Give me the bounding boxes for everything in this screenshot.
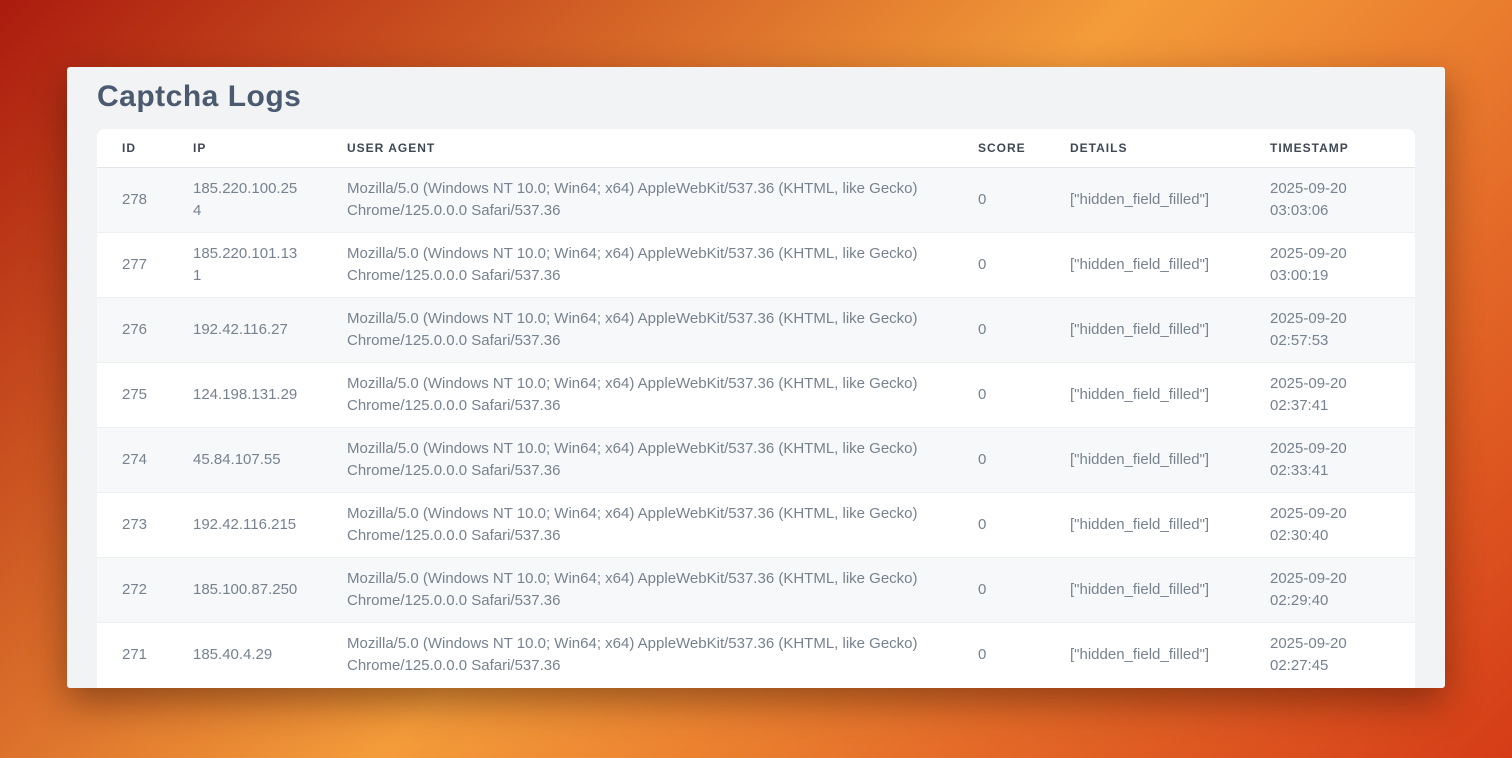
cell-details: ["hidden_field_filled"] (1045, 298, 1245, 363)
cell-details: ["hidden_field_filled"] (1045, 558, 1245, 623)
cell-user-agent: Mozilla/5.0 (Windows NT 10.0; Win64; x64… (322, 168, 953, 233)
cell-details: ["hidden_field_filled"] (1045, 363, 1245, 428)
cell-score: 0 (953, 233, 1045, 298)
table-row: 274 45.84.107.55 Mozilla/5.0 (Windows NT… (97, 428, 1415, 493)
cell-user-agent: Mozilla/5.0 (Windows NT 10.0; Win64; x64… (322, 363, 953, 428)
page-title: Captcha Logs (97, 80, 1415, 114)
captcha-logs-card: Captcha Logs ID IP USER AGENT SCORE DETA… (67, 67, 1445, 688)
cell-details: ["hidden_field_filled"] (1045, 623, 1245, 688)
cell-id: 276 (97, 298, 168, 363)
cell-id: 275 (97, 363, 168, 428)
cell-timestamp: 2025-09-20 03:00:19 (1245, 233, 1415, 298)
cell-id: 273 (97, 493, 168, 558)
cell-timestamp: 2025-09-20 02:30:40 (1245, 493, 1415, 558)
table-row: 271 185.40.4.29 Mozilla/5.0 (Windows NT … (97, 623, 1415, 688)
cell-ip: 192.42.116.27 (168, 298, 322, 363)
logs-table: ID IP USER AGENT SCORE DETAILS TIMESTAMP… (97, 129, 1415, 688)
cell-ip: 185.220.101.131 (168, 233, 322, 298)
column-header-ip: IP (168, 129, 322, 168)
column-header-score: SCORE (953, 129, 1045, 168)
table-header-row: ID IP USER AGENT SCORE DETAILS TIMESTAMP (97, 129, 1415, 168)
cell-timestamp: 2025-09-20 02:57:53 (1245, 298, 1415, 363)
table-row: 277 185.220.101.131 Mozilla/5.0 (Windows… (97, 233, 1415, 298)
cell-user-agent: Mozilla/5.0 (Windows NT 10.0; Win64; x64… (322, 623, 953, 688)
column-header-timestamp: TIMESTAMP (1245, 129, 1415, 168)
cell-timestamp: 2025-09-20 02:37:41 (1245, 363, 1415, 428)
cell-timestamp: 2025-09-20 02:27:45 (1245, 623, 1415, 688)
cell-details: ["hidden_field_filled"] (1045, 168, 1245, 233)
cell-details: ["hidden_field_filled"] (1045, 428, 1245, 493)
table-row: 278 185.220.100.254 Mozilla/5.0 (Windows… (97, 168, 1415, 233)
cell-ip: 185.220.100.254 (168, 168, 322, 233)
table-row: 273 192.42.116.215 Mozilla/5.0 (Windows … (97, 493, 1415, 558)
cell-ip: 185.40.4.29 (168, 623, 322, 688)
cell-user-agent: Mozilla/5.0 (Windows NT 10.0; Win64; x64… (322, 298, 953, 363)
cell-ip: 185.100.87.250 (168, 558, 322, 623)
column-header-details: DETAILS (1045, 129, 1245, 168)
cell-timestamp: 2025-09-20 02:33:41 (1245, 428, 1415, 493)
cell-score: 0 (953, 623, 1045, 688)
cell-user-agent: Mozilla/5.0 (Windows NT 10.0; Win64; x64… (322, 428, 953, 493)
cell-ip: 192.42.116.215 (168, 493, 322, 558)
cell-details: ["hidden_field_filled"] (1045, 493, 1245, 558)
cell-user-agent: Mozilla/5.0 (Windows NT 10.0; Win64; x64… (322, 233, 953, 298)
cell-id: 272 (97, 558, 168, 623)
cell-user-agent: Mozilla/5.0 (Windows NT 10.0; Win64; x64… (322, 558, 953, 623)
column-header-useragent: USER AGENT (322, 129, 953, 168)
cell-score: 0 (953, 168, 1045, 233)
cell-score: 0 (953, 363, 1045, 428)
cell-details: ["hidden_field_filled"] (1045, 233, 1245, 298)
table-row: 275 124.198.131.29 Mozilla/5.0 (Windows … (97, 363, 1415, 428)
cell-score: 0 (953, 298, 1045, 363)
table-row: 276 192.42.116.27 Mozilla/5.0 (Windows N… (97, 298, 1415, 363)
cell-user-agent: Mozilla/5.0 (Windows NT 10.0; Win64; x64… (322, 493, 953, 558)
cell-id: 274 (97, 428, 168, 493)
cell-ip: 124.198.131.29 (168, 363, 322, 428)
cell-ip: 45.84.107.55 (168, 428, 322, 493)
cell-score: 0 (953, 493, 1045, 558)
cell-timestamp: 2025-09-20 03:03:06 (1245, 168, 1415, 233)
cell-id: 271 (97, 623, 168, 688)
table-row: 272 185.100.87.250 Mozilla/5.0 (Windows … (97, 558, 1415, 623)
cell-id: 277 (97, 233, 168, 298)
cell-score: 0 (953, 428, 1045, 493)
cell-score: 0 (953, 558, 1045, 623)
cell-id: 278 (97, 168, 168, 233)
cell-timestamp: 2025-09-20 02:29:40 (1245, 558, 1415, 623)
column-header-id: ID (97, 129, 168, 168)
logs-table-grid: ID IP USER AGENT SCORE DETAILS TIMESTAMP… (97, 129, 1415, 688)
